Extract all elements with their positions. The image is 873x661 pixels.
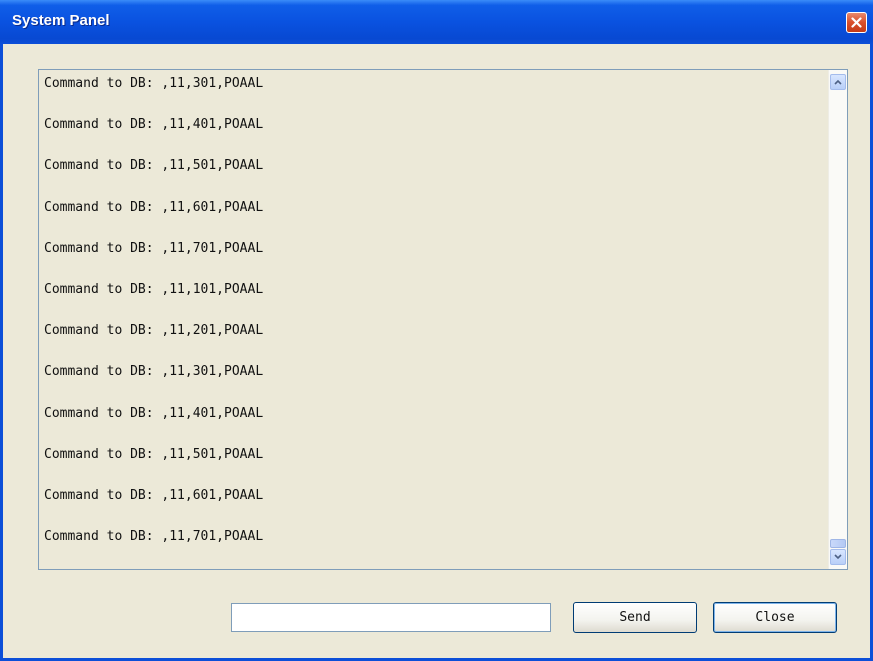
log-line: Command to DB: ,11,701,POAAL	[44, 529, 264, 545]
close-button[interactable]: Close	[713, 602, 837, 633]
send-button[interactable]: Send	[573, 602, 697, 633]
log-line: Command to DB: ,11,101,POAAL	[44, 281, 264, 297]
log-line: Command to DB: ,11,301,POAAL	[44, 364, 264, 380]
log-line: Command to DB: ,11,401,POAAL	[44, 117, 264, 133]
window-title: System Panel	[12, 12, 110, 29]
window-close-button[interactable]	[846, 12, 867, 33]
log-line: Command to DB: ,11,501,POAAL	[44, 158, 264, 174]
chevron-up-icon	[834, 79, 842, 85]
log-line: Command to DB: ,11,201,POAAL	[44, 323, 264, 339]
chevron-down-icon	[834, 554, 842, 560]
log-line: Command to DB: ,11,601,POAAL	[44, 487, 264, 503]
scroll-down-button[interactable]	[830, 549, 846, 565]
command-input[interactable]	[231, 603, 551, 632]
close-x-icon	[851, 17, 862, 28]
scrollbar-thumb[interactable]	[830, 539, 846, 548]
log-line: Command to DB: ,11,501,POAAL	[44, 446, 264, 462]
command-log[interactable]: Command to DB: ,11,301,POAAL Command to …	[38, 69, 848, 570]
log-lines: Command to DB: ,11,301,POAAL Command to …	[44, 74, 817, 569]
vertical-scrollbar[interactable]	[828, 70, 847, 569]
title-bar[interactable]: System Panel	[0, 0, 873, 44]
scroll-up-button[interactable]	[830, 74, 846, 90]
log-line: Command to DB: ,11,301,POAAL	[44, 76, 264, 91]
log-line: Command to DB: ,11,601,POAAL	[44, 199, 264, 215]
log-line: Command to DB: ,11,701,POAAL	[44, 240, 264, 256]
log-line: Command to DB: ,11,401,POAAL	[44, 405, 264, 421]
